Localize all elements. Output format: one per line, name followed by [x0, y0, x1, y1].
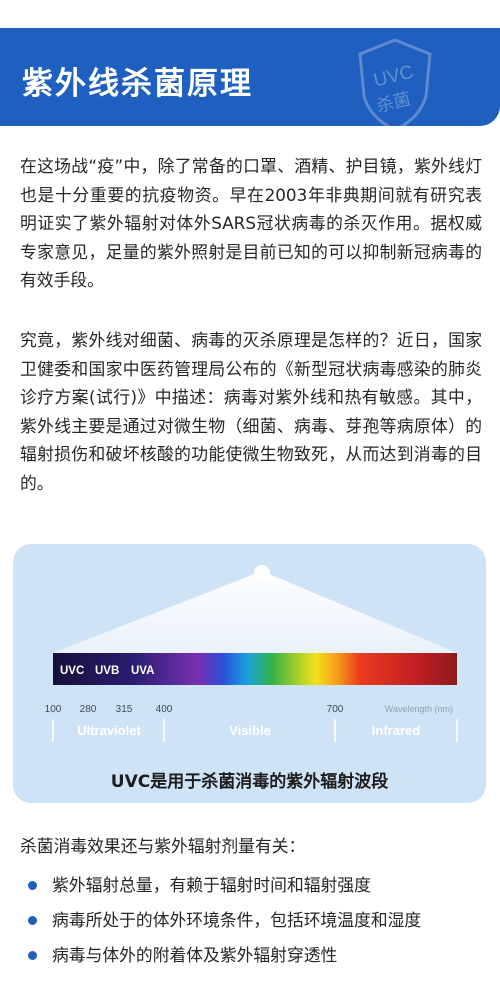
list-item-text: 紫外辐射总量，有赖于辐射时间和辐射强度: [52, 875, 371, 895]
badge-line2: 杀菌: [375, 89, 413, 117]
region-infrared: Infrared: [372, 723, 420, 738]
tick-700: 700: [327, 704, 344, 715]
light-beam: [53, 571, 457, 653]
band-label-uvb: UVB: [95, 665, 119, 677]
light-source-icon: [254, 565, 270, 581]
bullet-dot-icon: [28, 881, 37, 890]
factor-list: 紫外辐射总量，有赖于辐射时间和辐射强度 病毒所处于的体外环境条件，包括环境温度和…: [20, 870, 490, 975]
spectrum-diagram: UVC UVB UVA 100 280 315 400 700 Waveleng…: [13, 544, 486, 803]
tick-280: 280: [80, 704, 97, 715]
page-title: 紫外线杀菌原理: [22, 66, 253, 102]
tick-315: 315: [116, 704, 133, 715]
spectrum-caption: UVC是用于杀菌消毒的紫外辐射波段: [110, 772, 389, 792]
bullet-dot-icon: [28, 951, 37, 960]
tick-400: 400: [156, 704, 173, 715]
list-item-text: 病毒所处于的体外环境条件，包括环境温度和湿度: [52, 910, 422, 930]
region-ultraviolet: Ultraviolet: [77, 723, 141, 738]
axis-unit: Wavelength (nm): [385, 704, 453, 714]
band-label-uva: UVA: [131, 665, 154, 677]
list-item-text: 病毒与体外的附着体及紫外辐射穿透性: [52, 945, 338, 965]
summary-text: 杀菌消毒效果还与紫外辐射剂量有关：: [20, 836, 306, 856]
tick-100: 100: [45, 704, 62, 715]
list-item: 病毒与体外的附着体及紫外辐射穿透性: [20, 940, 490, 975]
uvc-shield-icon: UVC 杀菌: [358, 38, 432, 126]
band-label-uvc: UVC: [60, 665, 84, 677]
intro-paragraph: 在这场战“疫”中，除了常备的口罩、酒精、护目镜，紫外线灯也是十分重要的抗疫物资。…: [20, 156, 482, 290]
spectrum-svg: UVC UVB UVA 100 280 315 400 700 Waveleng…: [45, 565, 458, 742]
header-banner: 紫外线杀菌原理 UVC 杀菌: [0, 28, 500, 126]
region-visible: Visible: [229, 723, 271, 738]
bullet-dot-icon: [28, 916, 37, 925]
badge-line1: UVC: [372, 62, 416, 92]
list-item: 病毒所处于的体外环境条件，包括环境温度和湿度: [20, 905, 490, 940]
list-item: 紫外辐射总量，有赖于辐射时间和辐射强度: [20, 870, 490, 905]
principle-paragraph: 究竟，紫外线对细菌、病毒的灭杀原理是怎样的？近日，国家卫健委和国家中医药管理局公…: [20, 330, 482, 493]
